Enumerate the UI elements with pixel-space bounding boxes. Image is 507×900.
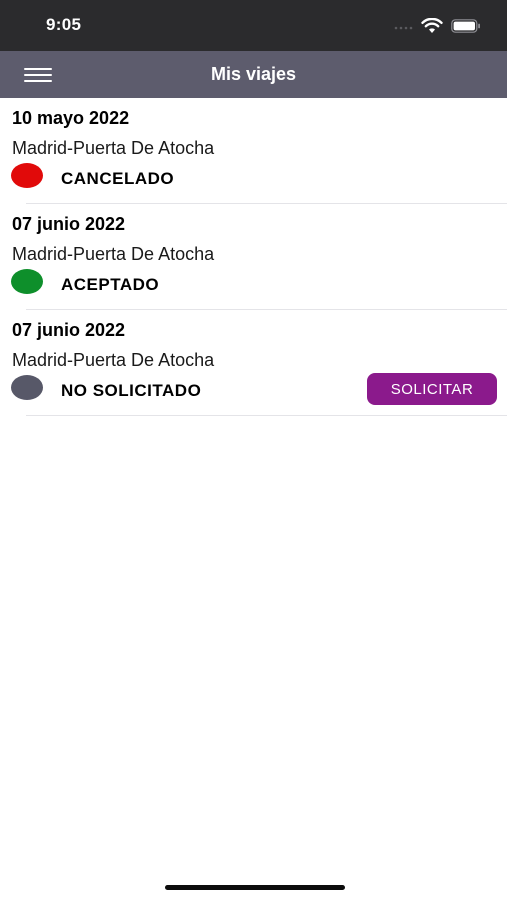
trip-item[interactable]: 10 mayo 2022 Madrid-Puerta De Atocha CAN… xyxy=(0,98,507,204)
navigation-bar: Mis viajes xyxy=(0,51,507,98)
wifi-icon xyxy=(421,18,443,33)
trip-status: NO SOLICITADO xyxy=(61,381,202,400)
trip-list: 10 mayo 2022 Madrid-Puerta De Atocha CAN… xyxy=(0,98,507,416)
status-indicator-dot xyxy=(11,163,43,188)
battery-icon xyxy=(451,19,480,33)
trip-route: Madrid-Puerta De Atocha xyxy=(12,138,215,158)
status-bar: 9:05 xyxy=(0,0,507,51)
trip-status: CANCELADO xyxy=(61,169,175,188)
trip-status: ACEPTADO xyxy=(61,275,160,294)
page-title: Mis viajes xyxy=(210,64,297,84)
request-button[interactable]: SOLICITAR xyxy=(367,373,497,405)
status-indicator-dot xyxy=(11,269,43,294)
trip-date: 07 junio 2022 xyxy=(12,320,126,340)
trip-route: Madrid-Puerta De Atocha xyxy=(12,244,215,264)
trip-item[interactable]: 07 junio 2022 Madrid-Puerta De Atocha AC… xyxy=(0,204,507,310)
home-indicator[interactable] xyxy=(165,885,345,890)
trip-date: 10 mayo 2022 xyxy=(12,108,130,128)
cellular-signal-icon xyxy=(394,26,413,30)
status-indicator-dot xyxy=(11,375,43,400)
trip-route: Madrid-Puerta De Atocha xyxy=(12,350,215,370)
trip-date: 07 junio 2022 xyxy=(12,214,126,234)
divider xyxy=(26,415,507,416)
status-time: 9:05 xyxy=(46,15,82,34)
